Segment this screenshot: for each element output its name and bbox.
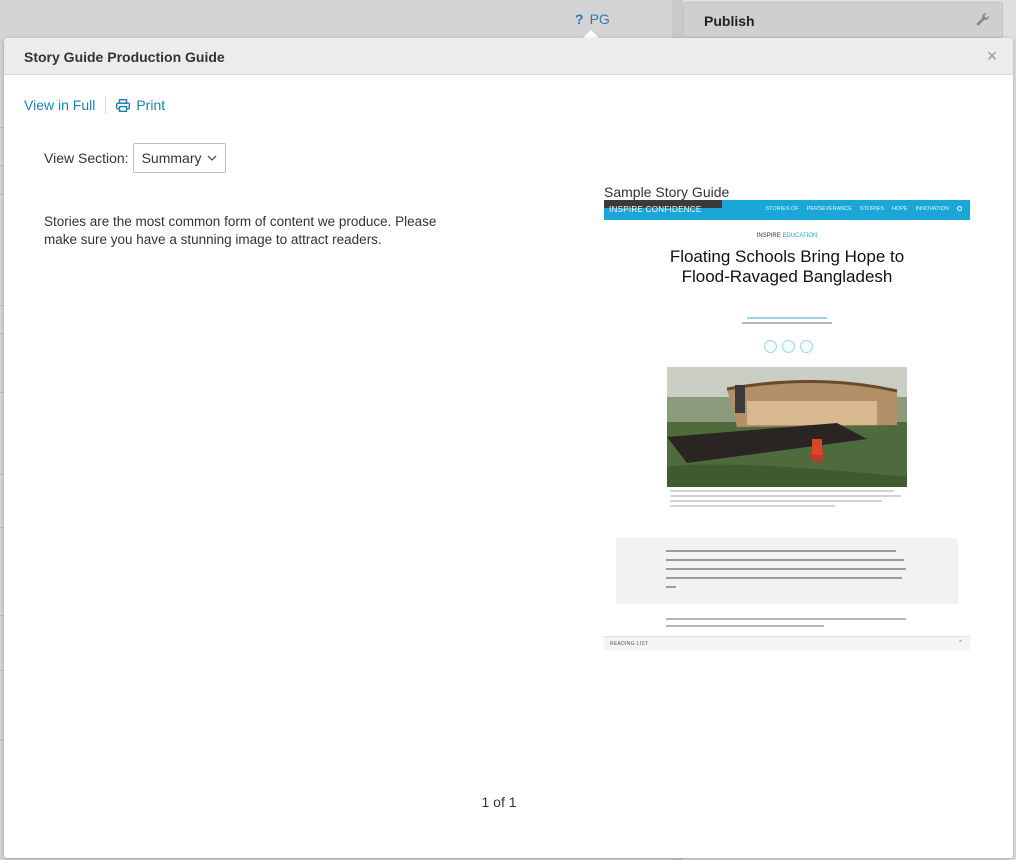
sample-reading-list-bar: READING LIST ^ (604, 636, 970, 650)
view-in-full-link[interactable]: View in Full (24, 97, 95, 113)
sample-nav-bar: INSPIRE CONFIDENCE STORIES OF PERSEVERAN… (604, 200, 970, 220)
sample-social-icons (764, 340, 813, 353)
sample-hero-photo (667, 367, 907, 487)
print-icon (116, 98, 131, 112)
view-section-label: View Section: (44, 150, 129, 166)
sample-kicker: INSPIRE EDUCATION (604, 233, 970, 239)
view-section-select[interactable]: Summary (132, 143, 226, 173)
production-guide-label: PG (589, 11, 610, 27)
publish-panel-header[interactable]: Publish (683, 2, 1003, 38)
sample-nav-brand: INSPIRE CONFIDENCE (609, 205, 702, 214)
sample-story-image: INSPIRE CONFIDENCE STORIES OF PERSEVERAN… (604, 200, 970, 650)
modal-title: Story Guide Production Guide (24, 49, 225, 65)
sample-byline-line (747, 317, 827, 319)
sample-headline: Floating Schools Bring Hope to Flood-Rav… (669, 247, 905, 286)
modal-header: Story Guide Production Guide × (4, 38, 1013, 75)
view-section-row: View Section: Summary (44, 143, 226, 173)
sample-reading-list-label: READING LIST (610, 641, 649, 647)
search-icon (957, 206, 962, 211)
sample-kicker-prefix: INSPIRE (756, 233, 781, 239)
help-icon: ? (575, 11, 584, 27)
production-guide-modal: Story Guide Production Guide × View in F… (4, 38, 1013, 858)
page-indicator: 1 of 1 (481, 794, 517, 810)
sample-nav-link: INNOVATION (915, 206, 949, 212)
sample-byline-line (742, 322, 832, 324)
sample-nav-link: PERSEVERANCE (806, 206, 852, 212)
chevron-down-icon (207, 155, 217, 161)
print-link[interactable]: Print (116, 97, 165, 113)
twitter-icon (764, 340, 777, 353)
sample-caption: Sample Story Guide (604, 184, 730, 200)
sample-intro-box (616, 538, 958, 604)
linkedin-icon (800, 340, 813, 353)
sample-photo-caption (670, 490, 906, 510)
sample-body-text (666, 618, 906, 632)
sample-nav-link: HOPE (891, 206, 908, 212)
close-icon[interactable]: × (985, 47, 999, 65)
publish-label: Publish (704, 13, 755, 29)
chevron-up-icon: ^ (959, 640, 962, 646)
wrench-icon[interactable] (976, 12, 990, 28)
section-summary-text: Stories are the most common form of cont… (44, 214, 437, 247)
sample-nav-links: STORIES OF PERSEVERANCE STORIES HOPE INN… (765, 206, 962, 212)
sample-nav-link: STORIES (859, 206, 884, 212)
production-guide-toggle[interactable]: ? PG (575, 11, 610, 27)
sample-byline (604, 314, 970, 324)
modal-toolbar: View in Full Print (24, 96, 165, 114)
sample-kicker-topic: EDUCATION (782, 233, 818, 239)
print-label: Print (136, 97, 166, 113)
toolbar-divider (105, 96, 107, 114)
view-section-value: Summary (141, 150, 202, 166)
sample-nav-link: STORIES OF (765, 206, 799, 212)
pinterest-icon (782, 340, 795, 353)
